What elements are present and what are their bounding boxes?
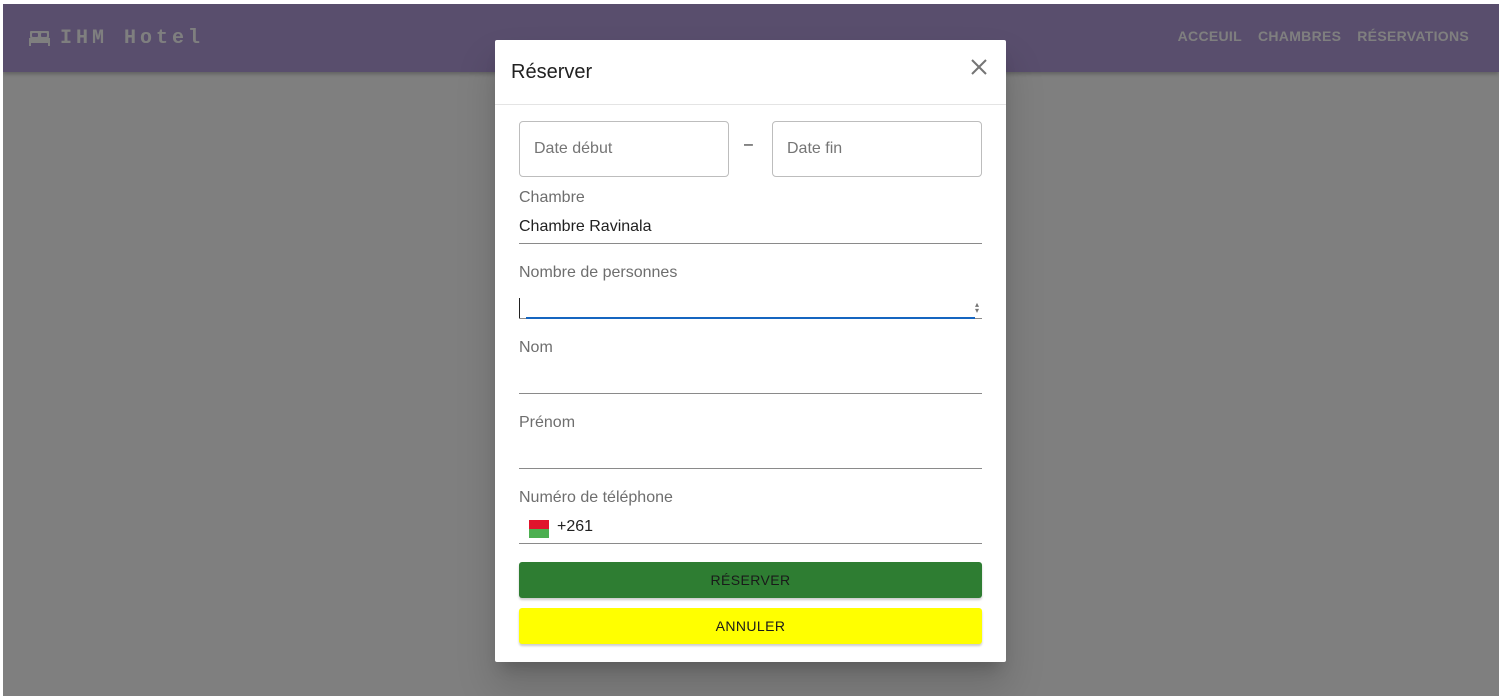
- cancel-button[interactable]: ANNULER: [519, 608, 982, 644]
- room-field[interactable]: Chambre Chambre Ravinala: [519, 189, 982, 245]
- first-name-label: Prénom: [519, 414, 576, 431]
- number-stepper-icon[interactable]: ▴ ▾: [974, 301, 980, 316]
- phone-label: Numéro de téléphone: [519, 489, 673, 506]
- date-end-field[interactable]: Date fin: [772, 121, 982, 177]
- date-end-placeholder: Date fin: [787, 140, 843, 157]
- room-value: Chambre Ravinala: [519, 218, 652, 235]
- madagascar-flag-icon[interactable]: [529, 520, 549, 538]
- text-caret: [519, 298, 520, 318]
- first-name-field[interactable]: Prénom: [519, 414, 982, 470]
- phone-field[interactable]: Numéro de téléphone +261: [519, 489, 982, 545]
- room-label: Chambre: [519, 189, 585, 206]
- close-button[interactable]: [970, 58, 988, 76]
- dialog-title: Réserver: [511, 61, 593, 83]
- phone-code[interactable]: +261: [557, 518, 593, 536]
- last-name-label: Nom: [519, 339, 553, 356]
- date-separator: –: [744, 136, 753, 153]
- dialog-body: Date début – Date fin Chambre Chambre Ra…: [519, 121, 982, 644]
- date-start-field[interactable]: Date début: [519, 121, 729, 177]
- app-window: IHM Hotel ACCEUIL CHAMBRES RÉSERVATIONS …: [3, 4, 1499, 696]
- persons-focus-underline: [526, 317, 975, 319]
- persons-label: Nombre de personnes: [519, 264, 678, 281]
- date-start-placeholder: Date début: [534, 140, 613, 157]
- dialog-header: Réserver: [495, 40, 1006, 105]
- room-underline: [519, 243, 982, 244]
- last-name-underline: [519, 393, 982, 394]
- last-name-field[interactable]: Nom: [519, 339, 982, 395]
- close-icon: [971, 59, 987, 75]
- date-range: Date début – Date fin: [519, 121, 982, 177]
- reservation-dialog: Réserver Date début – Date fin Chambre C…: [495, 40, 1006, 662]
- first-name-underline: [519, 468, 982, 469]
- reserve-button[interactable]: RÉSERVER: [519, 562, 982, 598]
- persons-field[interactable]: Nombre de personnes ▴ ▾: [519, 264, 982, 320]
- phone-underline: [519, 543, 982, 544]
